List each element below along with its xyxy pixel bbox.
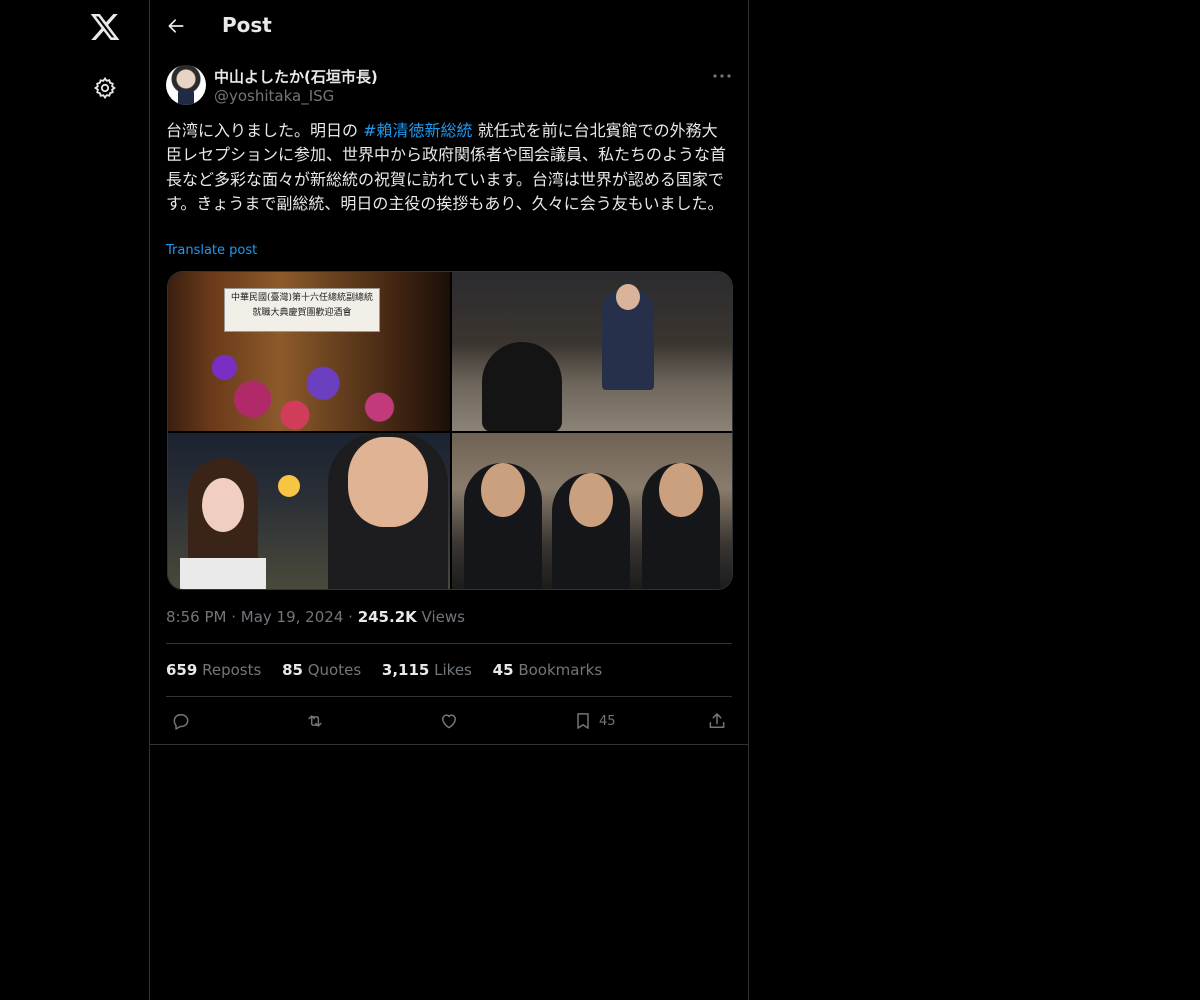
photo-figure	[464, 463, 542, 589]
photo-group[interactable]	[452, 433, 732, 589]
separator-dot: ·	[348, 608, 358, 626]
post-bottom-border	[150, 744, 748, 745]
bookmark-count: 45	[599, 713, 616, 729]
heart-icon	[442, 714, 456, 729]
post-text-part: 台湾に入りました。明日の	[166, 121, 364, 140]
share-icon	[709, 713, 725, 728]
views-label: Views	[421, 608, 465, 626]
photo-caption-line: 就職大典慶賀團歡迎酒會	[252, 308, 352, 318]
post-author: 中山よしたか(石垣市長) @yoshitaka_ISG	[166, 65, 732, 107]
reposts-count: 659	[166, 661, 198, 679]
photo-figure	[180, 458, 266, 589]
photo-caption-line: 中華民國(臺灣)第十六任總統副總統	[230, 293, 374, 303]
hashtag-link[interactable]: #賴清徳新総統	[363, 121, 472, 140]
translate-post-link[interactable]: Translate post	[166, 243, 257, 258]
views-count: 245.2K	[357, 608, 417, 626]
reposts-stat[interactable]: 659 Reposts	[166, 661, 261, 679]
reposts-label: Reposts	[202, 661, 262, 679]
author-handle[interactable]: @yoshitaka_ISG	[214, 87, 334, 105]
post-header: Post	[150, 0, 748, 53]
quotes-label: Quotes	[307, 661, 362, 679]
bookmark-icon	[577, 713, 589, 729]
action-bar: 45	[166, 706, 732, 736]
photo-figure	[328, 433, 448, 589]
reply-icon	[173, 714, 189, 730]
photo-figure	[642, 463, 720, 589]
share-button[interactable]	[707, 710, 727, 732]
repost-icon	[308, 715, 322, 727]
photo-selfie[interactable]	[168, 433, 450, 589]
photo-caption-card: 中華民國(臺灣)第十六任總統副總統 就職大典慶賀團歡迎酒會	[224, 288, 380, 332]
post-text: 台湾に入りました。明日の #賴清徳新総統 就任式を前に台北賓館での外務大臣レセプ…	[166, 119, 732, 216]
post-date[interactable]: May 19, 2024	[241, 608, 344, 626]
post-time[interactable]: 8:56 PM	[166, 608, 226, 626]
likes-stat[interactable]: 3,115 Likes	[382, 661, 472, 679]
post-meta: 8:56 PM · May 19, 2024 · 245.2K Views	[166, 608, 465, 626]
more-options-icon[interactable]	[712, 71, 732, 81]
reply-button[interactable]	[171, 710, 191, 732]
engagement-stats: 659 Reposts 85 Quotes 3,115 Likes 45 Boo…	[166, 661, 618, 679]
quotes-stat[interactable]: 85 Quotes	[282, 661, 361, 679]
bookmark-button[interactable]: 45	[573, 710, 616, 732]
bookmarks-label: Bookmarks	[518, 661, 603, 679]
left-nav	[0, 0, 150, 1000]
repost-button[interactable]	[305, 710, 325, 732]
separator-dot: ·	[231, 608, 241, 626]
photo-figure	[602, 284, 654, 390]
avatar[interactable]	[166, 65, 206, 105]
photo-flowers[interactable]: 中華民國(臺灣)第十六任總統副總統 就職大典慶賀團歡迎酒會	[168, 272, 450, 431]
photo-figure	[482, 342, 562, 431]
gear-icon[interactable]	[93, 76, 117, 100]
author-display-name[interactable]: 中山よしたか(石垣市長)	[214, 66, 378, 87]
photo-figure	[552, 473, 630, 589]
likes-count: 3,115	[381, 661, 430, 679]
x-logo-icon[interactable]	[89, 11, 121, 43]
bookmarks-stat[interactable]: 45 Bookmarks	[493, 661, 602, 679]
divider	[166, 643, 732, 644]
bookmarks-count: 45	[492, 661, 514, 679]
likes-label: Likes	[434, 661, 472, 679]
like-button[interactable]	[439, 710, 459, 732]
post-column: Post 中山よしたか(石垣市長) @yoshitaka_ISG 台湾に入りまし…	[149, 0, 749, 1000]
page-title: Post	[222, 13, 272, 37]
arrow-left-icon[interactable]	[166, 16, 186, 36]
smile-emoji-icon	[278, 475, 300, 497]
media-grid: 中華民國(臺灣)第十六任總統副總統 就職大典慶賀團歡迎酒會	[167, 271, 733, 590]
divider	[166, 696, 732, 697]
quotes-count: 85	[282, 661, 303, 679]
photo-speech[interactable]	[452, 272, 732, 431]
